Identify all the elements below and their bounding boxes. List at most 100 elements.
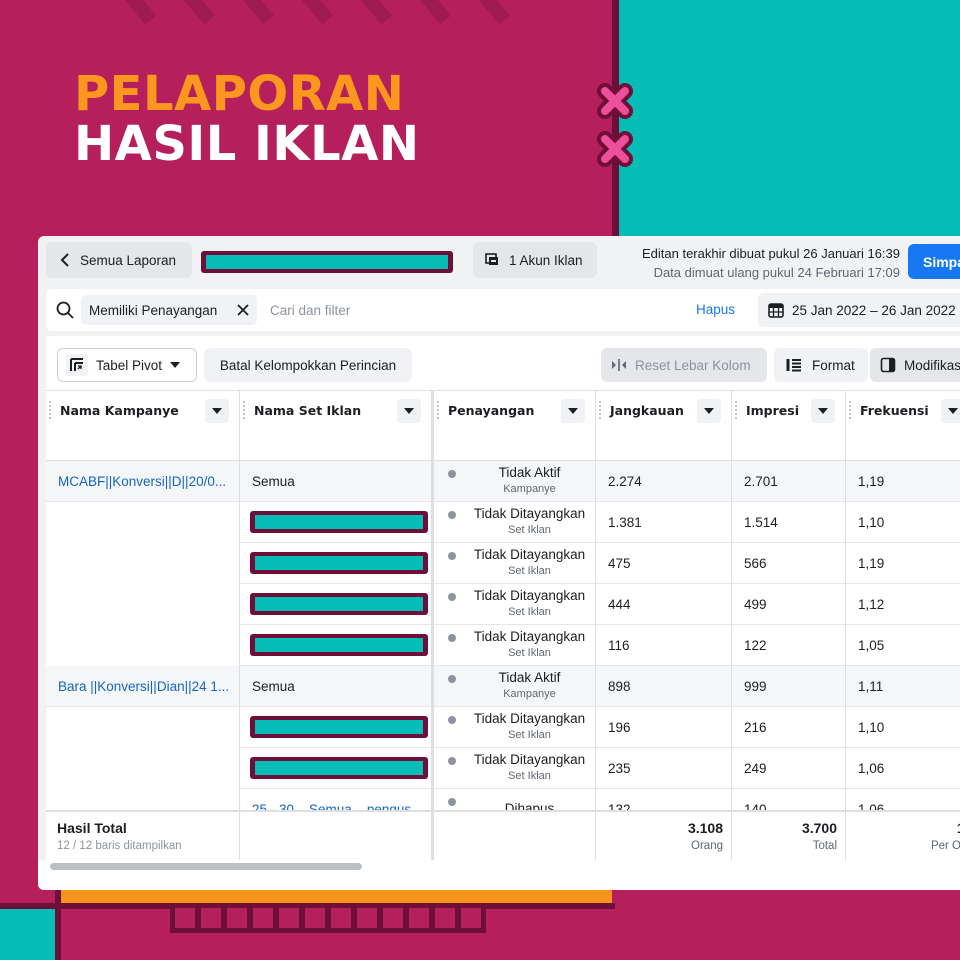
- adset-name-redacted[interactable]: [250, 716, 428, 738]
- frequency-cell: 1,05: [846, 625, 960, 666]
- drag-handle-icon[interactable]: [849, 401, 851, 419]
- reset-column-width-button[interactable]: Reset Lebar Kolom: [601, 348, 767, 382]
- column-sort-button[interactable]: [397, 399, 421, 423]
- drag-handle-icon[interactable]: [243, 401, 245, 419]
- campaign-name-link[interactable]: Bara ||Konversi||Dian||24 1...: [58, 679, 229, 694]
- save-button[interactable]: Simpan: [908, 244, 960, 279]
- status-dot-icon: [448, 511, 456, 519]
- square-decor: [331, 908, 351, 928]
- pivot-table-dropdown[interactable]: Tabel Pivot: [57, 348, 197, 382]
- delivery-status-cell: Tidak Aktif Kampanye: [434, 461, 595, 502]
- adset-name-cell: [240, 707, 431, 748]
- column-sort-button[interactable]: [697, 399, 721, 423]
- drag-handle-icon[interactable]: [49, 401, 51, 419]
- campaign-name-cell[interactable]: Bara ||Konversi||Dian||24 1...: [46, 666, 239, 707]
- stripe-decor: [403, 0, 452, 25]
- delivery-status-cell: Tidak Ditayangkan Set Iklan: [434, 543, 595, 584]
- drag-handle-icon[interactable]: [437, 401, 439, 419]
- adset-name: Semua: [252, 678, 295, 694]
- filter-chip[interactable]: Memiliki Penayangan: [81, 295, 257, 325]
- column-header[interactable]: Penayangan: [434, 391, 595, 461]
- drag-handle-icon[interactable]: [735, 401, 737, 419]
- impressions-cell: 122: [732, 625, 845, 666]
- delivery-level: Set Iklan: [508, 729, 551, 741]
- square-decor: [357, 908, 377, 928]
- square-decor: [253, 908, 273, 928]
- ad-account-button[interactable]: 1 Akun Iklan: [473, 242, 597, 278]
- ungroup-breakdown-button[interactable]: Batal Kelompokkan Perincian: [204, 348, 412, 382]
- column-header-label: Penayangan: [448, 403, 535, 418]
- horizontal-scrollbar[interactable]: [50, 863, 362, 870]
- col-reach: Jangkauan 2.274 1.381 475 444 116 898 196 235 132: [596, 391, 732, 860]
- reach-value: 116: [608, 637, 630, 653]
- campaign-name-cell[interactable]: MCABF||Konversi||D||20/0...: [46, 461, 239, 502]
- frequency-value: 1,19: [858, 555, 885, 571]
- column-header-label: Nama Kampanye: [60, 403, 179, 418]
- frequency-value: 1,12: [858, 596, 885, 612]
- modify-columns-button[interactable]: Modifikasi: [870, 348, 960, 382]
- stripe-decor: [108, 0, 157, 25]
- edit-info: Editan terakhir dibuat pukul 26 Januari …: [642, 244, 900, 282]
- delivery-status: Tidak Aktif: [498, 670, 561, 685]
- totals-row: Hasil Total 12 / 12 baris ditampilkan 3.…: [46, 810, 960, 860]
- chevron-down-icon: [404, 408, 414, 414]
- total-impressions-value: 3.700: [801, 820, 837, 836]
- delivery-status-cell: Tidak Ditayangkan Set Iklan: [434, 707, 595, 748]
- decor-line: [0, 903, 60, 909]
- impressions-cell: 499: [732, 584, 845, 625]
- impressions-cell: 1.514: [732, 502, 845, 543]
- column-header-label: Frekuensi: [860, 403, 929, 418]
- status-dot-icon: [448, 552, 456, 560]
- teal-background-block: [618, 0, 960, 240]
- drag-handle-icon[interactable]: [599, 401, 601, 419]
- close-icon[interactable]: [235, 302, 251, 318]
- clear-filters-link[interactable]: Hapus: [696, 302, 735, 317]
- frequency-cell: 1,11: [846, 666, 960, 707]
- chevron-down-icon: [212, 408, 222, 414]
- column-sort-button[interactable]: [561, 399, 585, 423]
- delivery-status: Tidak Ditayangkan: [473, 711, 586, 726]
- impressions-cell: 2.701: [732, 461, 845, 502]
- reach-value: 444: [608, 596, 631, 612]
- impressions-value: 999: [744, 678, 767, 694]
- campaign-name-cell: [46, 707, 239, 748]
- filter-chip-label: Memiliki Penayangan: [89, 302, 218, 318]
- column-sort-button[interactable]: [941, 399, 960, 423]
- adset-name-redacted[interactable]: [250, 634, 428, 656]
- adset-name: Semua: [252, 473, 295, 489]
- campaign-name-link[interactable]: MCABF||Konversi||D||20/0...: [58, 474, 226, 489]
- filter-bar: Memiliki Penayangan Hapus 25 Jan 2022 – …: [46, 289, 960, 331]
- headline-line-1: PELAPORAN: [74, 66, 405, 122]
- adset-name-cell: [240, 625, 431, 666]
- date-range-picker[interactable]: 25 Jan 2022 – 26 Jan 2022: [758, 293, 960, 327]
- column-header[interactable]: Jangkauan: [596, 391, 731, 461]
- format-button[interactable]: Format: [774, 348, 868, 382]
- square-decor: [279, 908, 299, 928]
- reach-cell: 475: [596, 543, 731, 584]
- delivery-status: Tidak Aktif: [498, 465, 561, 480]
- col-adset-name: Nama Set Iklan Semua Semua 25 - 30 _ Semua …: [240, 391, 434, 860]
- column-header[interactable]: Impresi: [732, 391, 845, 461]
- status-dot-icon: [448, 675, 456, 683]
- impressions-value: 2.701: [744, 473, 778, 489]
- delivery-status-cell: Tidak Ditayangkan Set Iklan: [434, 748, 595, 789]
- column-sort-button[interactable]: [811, 399, 835, 423]
- campaign-name-cell: [46, 502, 239, 543]
- rows-shown-text: 12 / 12 baris ditampilkan: [57, 840, 182, 852]
- search-filter-input[interactable]: [270, 295, 570, 325]
- column-sort-button[interactable]: [205, 399, 229, 423]
- adset-name-cell: [240, 584, 431, 625]
- frequency-cell: 1,10: [846, 707, 960, 748]
- reach-cell: 898: [596, 666, 731, 707]
- adset-name-redacted[interactable]: [250, 757, 428, 779]
- column-header[interactable]: Nama Kampanye: [46, 391, 239, 461]
- column-header[interactable]: Frekuensi: [846, 391, 960, 461]
- report-name-redacted[interactable]: [201, 251, 453, 273]
- column-header[interactable]: Nama Set Iklan: [240, 391, 431, 461]
- square-decor: [227, 908, 247, 928]
- reset-label: Reset Lebar Kolom: [635, 357, 751, 373]
- back-to-all-reports-button[interactable]: Semua Laporan: [46, 242, 192, 278]
- adset-name-redacted[interactable]: [250, 593, 428, 615]
- adset-name-redacted[interactable]: [250, 552, 428, 574]
- adset-name-redacted[interactable]: [250, 511, 428, 533]
